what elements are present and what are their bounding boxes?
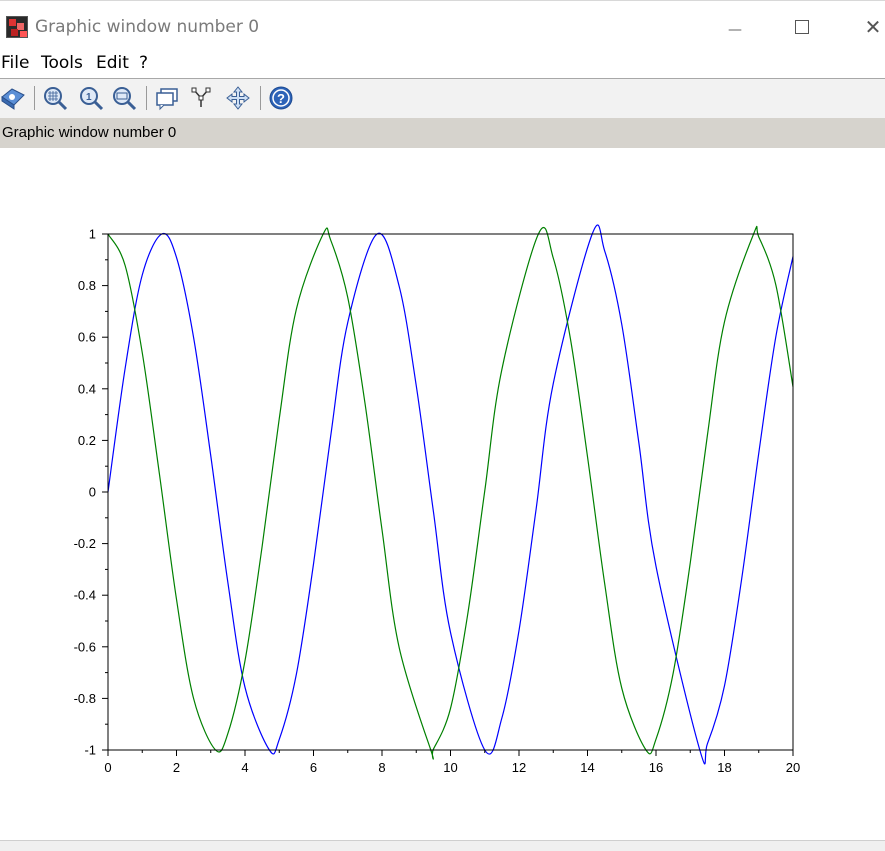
datatip-icon	[156, 88, 178, 111]
x-tick-label: 14	[580, 760, 594, 775]
y-tick-label: 0.6	[78, 330, 96, 345]
x-tick-label: 16	[649, 760, 663, 775]
zoom-out-button[interactable]	[111, 85, 137, 111]
x-tick-label: 20	[786, 760, 800, 775]
help-button[interactable]: ?	[268, 85, 294, 111]
toolbar-separator	[34, 86, 35, 110]
zoom-out-icon	[113, 87, 137, 111]
plot-area[interactable]: 0 2 4 6 8 10 12 14 16 18 20 -1 -0.8 -0.6 -0.4 -0.2 0 0.2 0…	[0, 148, 885, 840]
info-bar: Graphic window number 0	[0, 118, 885, 148]
toolbar-separator	[260, 86, 261, 110]
series-line-1	[107, 225, 794, 760]
menu-edit[interactable]: Edit	[96, 53, 129, 73]
x-tick-label: 2	[173, 760, 180, 775]
datatip-edit-icon	[191, 87, 211, 107]
window-title: Graphic window number 0	[35, 17, 260, 37]
help-icon: ?	[269, 86, 293, 110]
pan-button[interactable]	[225, 85, 251, 111]
zoom-reset-icon: 1	[80, 87, 104, 111]
zoom-region-icon	[44, 87, 68, 111]
maximize-button[interactable]	[779, 1, 825, 51]
maximize-icon	[795, 20, 809, 34]
y-tick-label: -0.2	[74, 536, 96, 551]
zoom-reset-button[interactable]: 1	[78, 85, 104, 111]
zoom-region-button[interactable]	[42, 85, 68, 111]
close-button[interactable]: ✕	[850, 1, 885, 51]
x-tick-label: 0	[104, 760, 111, 775]
pan-icon	[226, 86, 250, 110]
close-icon: ✕	[864, 15, 882, 39]
datatip-edit-button[interactable]	[190, 85, 216, 111]
x-tick-label: 4	[241, 760, 248, 775]
x-tick-label: 12	[512, 760, 526, 775]
series-line-0	[107, 224, 794, 765]
y-tick-label: -1	[84, 743, 96, 758]
menu-tools[interactable]: Tools	[41, 53, 83, 73]
menu-file[interactable]: File	[1, 53, 29, 73]
y-tick-label: 1	[89, 227, 96, 242]
y-tick-label: -0.4	[74, 588, 96, 603]
rotate-3d-button[interactable]	[0, 85, 26, 111]
title-bar: Graphic window number 0 — ✕	[0, 0, 885, 51]
info-bar-text: Graphic window number 0	[2, 124, 177, 141]
status-bar	[0, 840, 885, 851]
y-tick-label: 0.8	[78, 278, 96, 293]
rotate-3d-icon	[1, 88, 25, 110]
plot-frame	[107, 233, 794, 751]
y-tick-label: 0.2	[78, 433, 96, 448]
menu-bar: File Tools Edit ?	[0, 50, 885, 79]
y-tick-label: 0.4	[78, 381, 96, 396]
x-tick-label: 18	[717, 760, 731, 775]
line-chart: 0 2 4 6 8 10 12 14 16 18 20 -1 -0.8 -0.6 -0.4 -0.2 0 0.2 0…	[74, 224, 800, 775]
toolbar: 1 ?	[0, 79, 885, 118]
menu-help[interactable]: ?	[139, 53, 148, 73]
scilab-app-icon	[6, 16, 28, 38]
x-tick-label: 6	[310, 760, 317, 775]
minimize-button[interactable]: —	[712, 1, 758, 51]
datatip-button[interactable]	[154, 85, 180, 111]
toolbar-separator	[146, 86, 147, 110]
x-tick-label: 10	[443, 760, 457, 775]
minimize-icon: —	[728, 22, 742, 38]
y-tick-label: -0.6	[74, 639, 96, 654]
y-tick-label: -0.8	[74, 691, 96, 706]
x-tick-label: 8	[378, 760, 385, 775]
svg-text:1: 1	[86, 92, 92, 103]
svg-text:?: ?	[277, 91, 285, 106]
y-tick-label: 0	[89, 485, 96, 500]
